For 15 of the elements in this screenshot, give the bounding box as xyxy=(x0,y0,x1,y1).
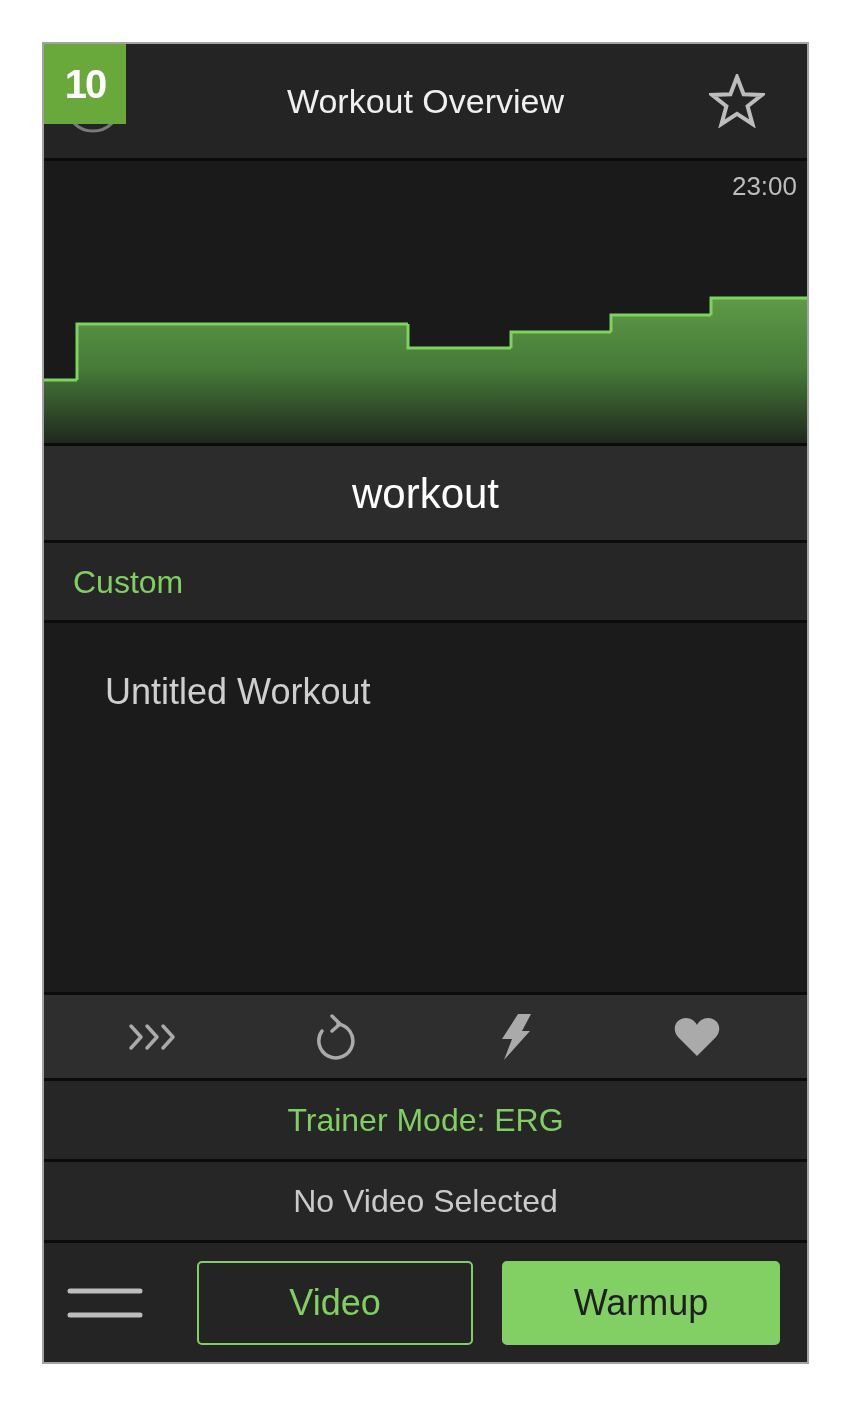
video-button[interactable]: Video xyxy=(197,1260,473,1345)
screen-title: Workout Overview xyxy=(285,80,566,122)
workout-name: workout xyxy=(351,468,500,519)
workout-description: Untitled Workout xyxy=(105,671,371,712)
refresh-icon[interactable] xyxy=(314,1013,357,1060)
video-status-label: No Video Selected xyxy=(293,1182,558,1221)
duration-label: 23:00 xyxy=(731,171,797,203)
step-number-badge: 10 xyxy=(44,44,126,124)
menu-icon[interactable] xyxy=(67,1287,143,1318)
heart-icon[interactable] xyxy=(673,1016,720,1057)
category-label: Custom xyxy=(73,562,184,602)
warmup-button[interactable]: Warmup xyxy=(502,1260,780,1345)
star-icon[interactable] xyxy=(709,74,765,128)
trainer-mode-label: Trainer Mode: ERG xyxy=(287,1101,564,1140)
lightning-bolt-icon[interactable] xyxy=(499,1013,532,1060)
